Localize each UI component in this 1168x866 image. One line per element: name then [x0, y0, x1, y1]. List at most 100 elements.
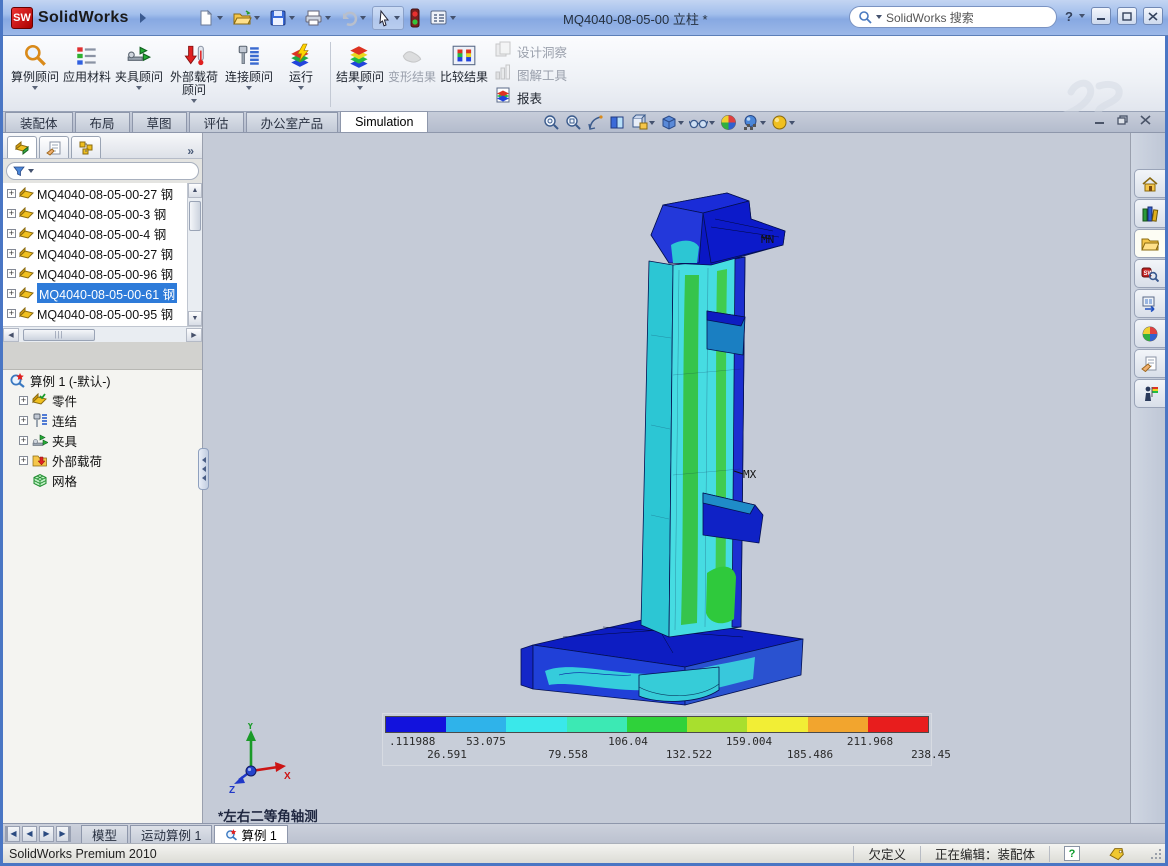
help-button[interactable]: ? [1065, 9, 1073, 24]
external-loads-advisor-button[interactable]: 外部载荷顾问 [165, 38, 223, 111]
tree-item[interactable]: + MQ4040-08-05-00-27 钢 [3, 243, 202, 263]
stress-contour-model[interactable]: MN MX [503, 175, 843, 755]
study-item-external-loads[interactable]: + 外部载荷 [3, 450, 202, 470]
minimize-button[interactable] [1091, 7, 1111, 25]
expand-icon[interactable]: + [7, 289, 16, 298]
fixtures-advisor-button[interactable]: 夹具顾问 [113, 38, 165, 111]
tab-office-products[interactable]: 办公室产品 [246, 112, 339, 132]
undo-button[interactable] [337, 7, 369, 29]
zoom-to-fit-button[interactable] [543, 114, 560, 131]
expand-icon[interactable]: + [7, 189, 16, 198]
tree-item[interactable]: + MQ4040-08-05-00-3 钢 [3, 203, 202, 223]
apply-scene-button[interactable] [742, 114, 766, 131]
connections-advisor-button[interactable]: 连接顾问 [223, 38, 275, 111]
tree-horizontal-scrollbar[interactable]: ◀ ||| ▶ [3, 326, 202, 342]
scroll-up-icon[interactable]: ▲ [188, 183, 202, 198]
design-library-button[interactable] [1134, 199, 1165, 228]
solidworks-search-button[interactable]: SW [1134, 259, 1165, 288]
tree-vertical-scrollbar[interactable]: ▲ ▼ [187, 183, 202, 326]
maximize-button[interactable] [1117, 7, 1137, 25]
scroll-thumb[interactable]: ||| [23, 329, 95, 341]
view-orientation-button[interactable] [631, 114, 655, 131]
tree-item[interactable]: + MQ4040-08-05-00-4 钢 [3, 223, 202, 243]
tree-item[interactable]: + MQ4040-08-05-00-27 钢 [3, 183, 202, 203]
save-button[interactable] [266, 7, 298, 29]
expand-icon[interactable]: + [19, 396, 28, 405]
scroll-left-icon[interactable]: ◀ [3, 328, 19, 342]
panel-expand-chevron-icon[interactable]: » [187, 144, 194, 158]
tree-item[interactable]: + MQ4040-08-05-00-95 钢 [3, 303, 202, 323]
dropdown-caret-icon[interactable] [789, 121, 795, 125]
expand-icon[interactable]: + [7, 249, 16, 258]
print-button[interactable] [301, 7, 334, 29]
study-item-fixtures[interactable]: + 夹具 [3, 430, 202, 450]
doc-minimize-button[interactable] [1094, 115, 1105, 125]
featuremanager-tab[interactable] [7, 136, 37, 158]
options-button[interactable] [426, 7, 459, 28]
apply-material-button[interactable]: 应用材料 [61, 38, 113, 111]
zoom-to-area-button[interactable] [565, 114, 582, 131]
model-tab[interactable]: 模型 [81, 825, 128, 843]
solidworks-resources-button[interactable] [1134, 169, 1165, 198]
section-view-button[interactable] [609, 114, 626, 131]
first-tab-button[interactable]: ◀ [5, 826, 20, 842]
rebuild-button[interactable] [407, 6, 423, 30]
resize-grip-icon[interactable] [1149, 847, 1163, 861]
run-button[interactable]: 运行 [275, 38, 327, 111]
expand-icon[interactable]: + [7, 269, 16, 278]
quick-tips-button[interactable]: ? [1064, 846, 1080, 861]
filter-dropdown-icon[interactable] [28, 169, 34, 173]
compare-results-button[interactable]: 比较结果 [438, 38, 490, 111]
search-scope-dropdown-icon[interactable] [876, 15, 882, 19]
tab-sketch[interactable]: 草图 [132, 112, 187, 132]
study-root[interactable]: 算例 1 (-默认-) [3, 370, 202, 390]
tab-assembly[interactable]: 装配体 [5, 112, 73, 132]
help-dropdown-icon[interactable] [1079, 14, 1085, 18]
study-tab[interactable]: 算例 1 [214, 825, 287, 843]
search-box[interactable]: SolidWorks 搜索 [849, 6, 1057, 28]
tree-item-selected[interactable]: + MQ4040-08-05-00-61 钢 [3, 283, 202, 303]
custom-properties-button[interactable] [1134, 349, 1165, 378]
appearances-scenes-button[interactable] [1134, 319, 1165, 348]
study-item-connections[interactable]: + 连结 [3, 410, 202, 430]
dropdown-caret-icon[interactable] [649, 121, 655, 125]
tab-simulation[interactable]: Simulation [340, 111, 428, 132]
next-tab-button[interactable]: ▶ [39, 826, 54, 842]
tree-item[interactable]: + MQ4040-08-05-00-96 钢 [3, 263, 202, 283]
scroll-down-icon[interactable]: ▼ [188, 311, 202, 326]
previous-view-button[interactable] [587, 114, 604, 131]
menu-expand-arrow-icon[interactable] [140, 13, 146, 23]
propertymanager-tab[interactable] [39, 136, 69, 158]
dropdown-caret-icon[interactable] [678, 121, 684, 125]
close-button[interactable] [1143, 7, 1163, 25]
results-advisor-button[interactable]: 结果顾问 [334, 38, 386, 111]
dropdown-caret-icon[interactable] [709, 121, 715, 125]
edit-appearance-button[interactable] [720, 114, 737, 131]
simulation-advisor-button[interactable] [1134, 379, 1165, 408]
tab-evaluate[interactable]: 评估 [189, 112, 244, 132]
doc-close-button[interactable] [1140, 115, 1151, 125]
expand-icon[interactable]: + [19, 416, 28, 425]
tab-layout[interactable]: 布局 [75, 112, 130, 132]
hide-show-items-button[interactable] [689, 115, 715, 130]
scroll-right-icon[interactable]: ▶ [186, 328, 202, 342]
dropdown-caret-icon[interactable] [246, 86, 252, 90]
open-button[interactable] [229, 7, 263, 29]
study-item-parts[interactable]: + 零件 [3, 390, 202, 410]
graphics-viewport[interactable]: MN MX [204, 133, 1136, 823]
scroll-thumb[interactable] [189, 201, 201, 231]
expand-icon[interactable]: + [19, 436, 28, 445]
last-tab-button[interactable]: ▶ [56, 826, 71, 842]
dropdown-caret-icon[interactable] [191, 99, 197, 103]
expand-icon[interactable]: + [7, 309, 16, 318]
expand-icon[interactable]: + [19, 456, 28, 465]
report-button[interactable]: 报表 [494, 87, 572, 108]
view-palette-button[interactable] [1134, 289, 1165, 318]
new-document-button[interactable] [194, 7, 226, 29]
search-input[interactable]: SolidWorks 搜索 [886, 9, 974, 26]
expand-icon[interactable]: + [7, 229, 16, 238]
tag-icon[interactable] [1108, 847, 1125, 861]
configurationmanager-tab[interactable] [71, 136, 101, 158]
tree-filter-bar[interactable] [6, 162, 199, 180]
doc-restore-button[interactable] [1117, 115, 1128, 125]
